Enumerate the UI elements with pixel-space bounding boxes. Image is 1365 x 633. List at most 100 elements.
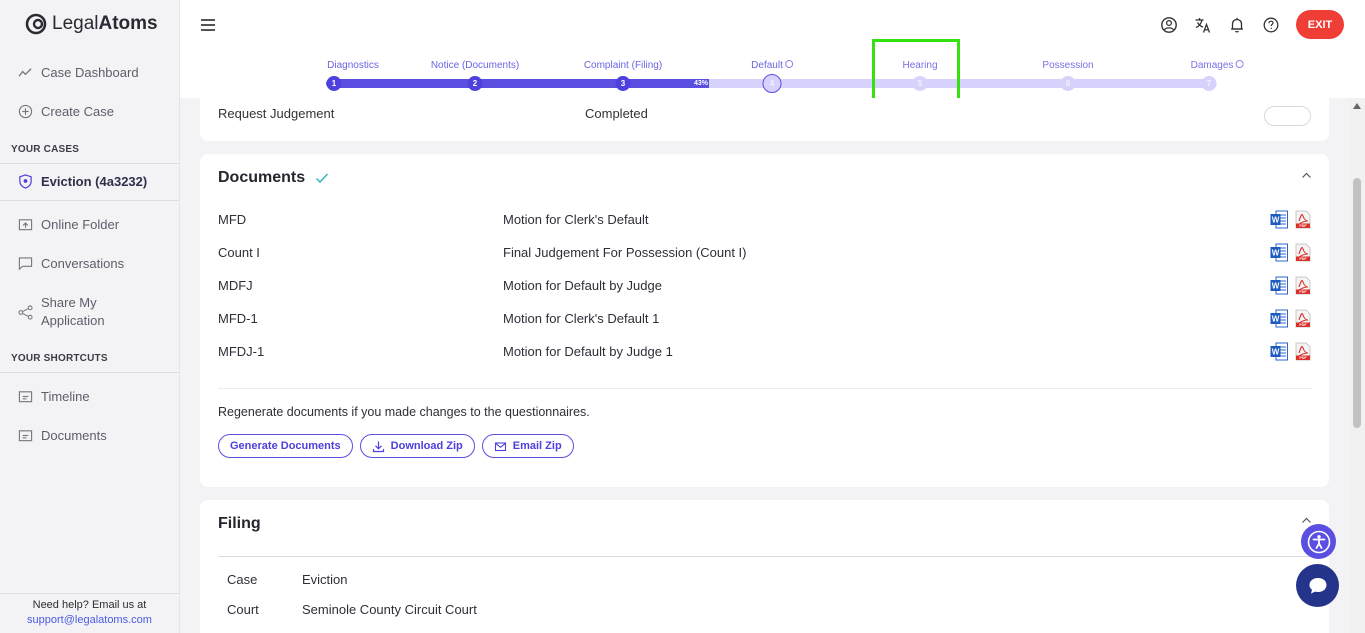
svg-text:PDF: PDF bbox=[1299, 257, 1307, 261]
step-dot-1[interactable]: 1 bbox=[326, 76, 342, 91]
document-name: Final Judgement For Possession (Count I) bbox=[503, 245, 747, 260]
help-email-link[interactable]: support@legalatoms.com bbox=[0, 613, 179, 628]
summary-row-status: Completed bbox=[585, 106, 648, 121]
document-actions: W PDF bbox=[1270, 276, 1312, 295]
top-icons: EXIT bbox=[1160, 10, 1344, 39]
your-shortcuts-heading: YOUR SHORTCUTS bbox=[11, 353, 108, 364]
progress-percent: 43% bbox=[694, 80, 709, 87]
email-zip-button[interactable]: Email Zip bbox=[481, 434, 574, 458]
document-code: MDFJ bbox=[218, 278, 253, 293]
sidebar-item-online-folder[interactable]: Online Folder bbox=[18, 217, 119, 232]
edit-button[interactable] bbox=[1264, 106, 1311, 126]
info-icon bbox=[784, 60, 793, 69]
chat-bubble-icon bbox=[1309, 577, 1326, 593]
step-dot-4[interactable]: 4 bbox=[762, 74, 782, 93]
download-zip-button[interactable]: Download Zip bbox=[359, 434, 475, 458]
help-text: Need help? Email us at bbox=[32, 599, 147, 611]
sidebar-item-label: Case Dashboard bbox=[41, 65, 139, 80]
svg-text:PDF: PDF bbox=[1299, 224, 1307, 228]
word-document-icon[interactable]: W bbox=[1270, 309, 1288, 328]
user-account-icon[interactable] bbox=[1160, 16, 1178, 34]
word-document-icon[interactable]: W bbox=[1270, 243, 1288, 262]
sidebar-item-active-case[interactable]: Eviction (4a3232) bbox=[18, 174, 147, 189]
logo[interactable]: Legal Atoms bbox=[25, 12, 158, 36]
svg-text:W: W bbox=[1272, 282, 1280, 291]
top-bar: EXIT Diagnostics Notice (Documents) Comp… bbox=[180, 0, 1365, 104]
step-dot-3[interactable]: 3 bbox=[615, 76, 631, 91]
default-summary-card: Request Judgement Completed bbox=[200, 98, 1329, 141]
sidebar-item-label: Create Case bbox=[41, 104, 114, 119]
pdf-document-icon[interactable]: PDF bbox=[1294, 243, 1312, 262]
sidebar: Legal Atoms Case Dashboard Create Case YO… bbox=[0, 0, 180, 633]
step-label-diagnostics[interactable]: Diagnostics bbox=[327, 60, 379, 71]
translate-icon[interactable] bbox=[1194, 16, 1212, 34]
document-code: MFD-1 bbox=[218, 311, 258, 326]
step-dot-6[interactable]: 6 bbox=[1060, 76, 1076, 91]
summary-row-label: Request Judgement bbox=[218, 106, 335, 121]
documents-title-text: Documents bbox=[218, 169, 306, 186]
chat-bubble-icon bbox=[18, 257, 33, 271]
progress-stepper: Diagnostics Notice (Documents) Complaint… bbox=[180, 39, 1365, 104]
accessibility-icon bbox=[1307, 530, 1330, 553]
logo-text-light: Legal bbox=[52, 13, 99, 34]
step-label-default[interactable]: Default bbox=[751, 60, 793, 71]
filing-row: Court Seminole County Circuit Court bbox=[227, 602, 477, 617]
pdf-document-icon[interactable]: PDF bbox=[1294, 342, 1312, 361]
step-dot-2[interactable]: 2 bbox=[467, 76, 483, 91]
accessibility-button[interactable] bbox=[1301, 524, 1336, 559]
word-document-icon[interactable]: W bbox=[1270, 342, 1288, 361]
document-row: MFD-1 Motion for Clerk's Default 1 W PDF bbox=[218, 309, 1312, 329]
chat-support-button[interactable] bbox=[1296, 564, 1339, 607]
sidebar-item-documents[interactable]: Documents bbox=[18, 428, 107, 443]
notification-bell-icon[interactable] bbox=[1228, 16, 1246, 34]
svg-text:W: W bbox=[1272, 249, 1280, 258]
sidebar-item-label: Eviction (4a3232) bbox=[41, 174, 148, 189]
info-icon bbox=[1235, 60, 1244, 69]
main-scrollbar[interactable] bbox=[1350, 98, 1365, 633]
calendar-folder-icon bbox=[18, 391, 33, 403]
step-label-text: Damages bbox=[1190, 60, 1234, 71]
document-code: Count I bbox=[218, 245, 260, 260]
pdf-document-icon[interactable]: PDF bbox=[1294, 309, 1312, 328]
documents-card: Documents MFD Motion for Clerk's Default… bbox=[200, 154, 1329, 487]
svg-text:PDF: PDF bbox=[1299, 356, 1307, 360]
step-label-notice[interactable]: Notice (Documents) bbox=[431, 60, 519, 71]
your-cases-heading: YOUR CASES bbox=[11, 144, 80, 155]
step-label-damages[interactable]: Damages bbox=[1191, 60, 1244, 71]
sidebar-item-share-application[interactable]: Share My Application bbox=[18, 294, 105, 330]
document-row: MDFJ Motion for Default by Judge W PDF bbox=[218, 276, 1312, 296]
sidebar-divider bbox=[0, 372, 179, 373]
sidebar-item-label: Documents bbox=[41, 428, 107, 443]
scroll-up-arrow-icon[interactable] bbox=[1353, 103, 1361, 109]
step-label-complaint[interactable]: Complaint (Filing) bbox=[584, 60, 662, 71]
chevron-up-icon[interactable] bbox=[1301, 170, 1312, 181]
document-actions: W PDF bbox=[1270, 342, 1312, 361]
download-icon bbox=[372, 441, 384, 452]
document-name: Motion for Clerk's Default 1 bbox=[503, 311, 660, 326]
sidebar-item-label-line: Application bbox=[41, 313, 105, 328]
word-document-icon[interactable]: W bbox=[1270, 210, 1288, 229]
sidebar-item-create-case[interactable]: Create Case bbox=[18, 104, 114, 119]
pdf-document-icon[interactable]: PDF bbox=[1294, 276, 1312, 295]
pdf-document-icon[interactable]: PDF bbox=[1294, 210, 1312, 229]
menu-toggle-icon[interactable] bbox=[201, 19, 215, 31]
scroll-thumb[interactable] bbox=[1353, 178, 1361, 428]
sidebar-item-conversations[interactable]: Conversations bbox=[18, 256, 124, 271]
exit-button[interactable]: EXIT bbox=[1296, 10, 1344, 39]
word-document-icon[interactable]: W bbox=[1270, 276, 1288, 295]
sidebar-item-timeline[interactable]: Timeline bbox=[18, 389, 90, 404]
sidebar-item-case-dashboard[interactable]: Case Dashboard bbox=[18, 65, 139, 80]
progress-track-fill bbox=[326, 79, 709, 88]
chevron-up-icon[interactable] bbox=[1301, 515, 1312, 526]
help-box: Need help? Email us at support@legalatom… bbox=[0, 598, 179, 628]
help-question-icon[interactable] bbox=[1262, 16, 1280, 34]
document-actions: W PDF bbox=[1270, 309, 1312, 328]
generate-documents-button[interactable]: Generate Documents bbox=[218, 434, 353, 458]
hearing-step-highlight bbox=[872, 39, 960, 104]
document-code: MFDJ-1 bbox=[218, 344, 265, 359]
regenerate-hint: Regenerate documents if you made changes… bbox=[218, 405, 590, 419]
trend-line-icon bbox=[18, 68, 32, 77]
main-content: Request Judgement Completed Documents MF… bbox=[180, 98, 1350, 633]
step-dot-7[interactable]: 7 bbox=[1201, 76, 1217, 91]
step-label-possession[interactable]: Possession bbox=[1042, 60, 1093, 71]
